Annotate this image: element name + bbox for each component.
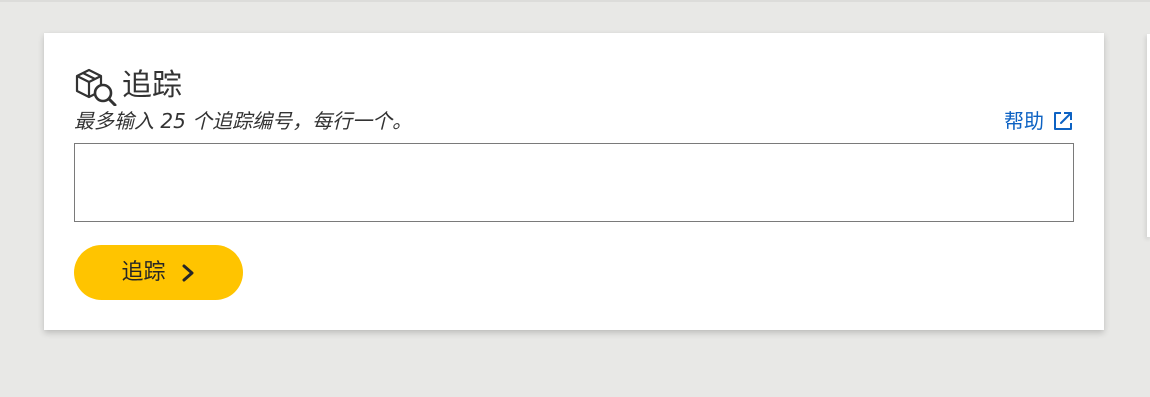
top-divider bbox=[0, 0, 1150, 2]
package-search-icon bbox=[75, 68, 117, 106]
track-button-label: 追踪 bbox=[121, 259, 166, 285]
chevron-right-icon bbox=[182, 264, 193, 281]
tracking-header: 追踪 bbox=[74, 65, 182, 107]
help-link[interactable]: 帮助 bbox=[1004, 107, 1074, 135]
tracking-instruction: 最多输入 25 个追踪编号，每行一个。 bbox=[74, 109, 413, 133]
page-title: 追踪 bbox=[122, 68, 182, 103]
external-link-icon bbox=[1054, 112, 1072, 130]
instruction-row: 最多输入 25 个追踪编号，每行一个。 帮助 bbox=[74, 107, 1074, 135]
page-background: 追踪 最多输入 25 个追踪编号，每行一个。 帮助 追踪 bbox=[0, 0, 1150, 397]
tracking-card: 追踪 最多输入 25 个追踪编号，每行一个。 帮助 追踪 bbox=[44, 33, 1104, 330]
tracking-number-input[interactable] bbox=[75, 144, 1073, 221]
tracking-number-field[interactable] bbox=[74, 143, 1074, 222]
track-button[interactable]: 追踪 bbox=[74, 245, 243, 300]
help-link-label: 帮助 bbox=[1004, 109, 1044, 133]
